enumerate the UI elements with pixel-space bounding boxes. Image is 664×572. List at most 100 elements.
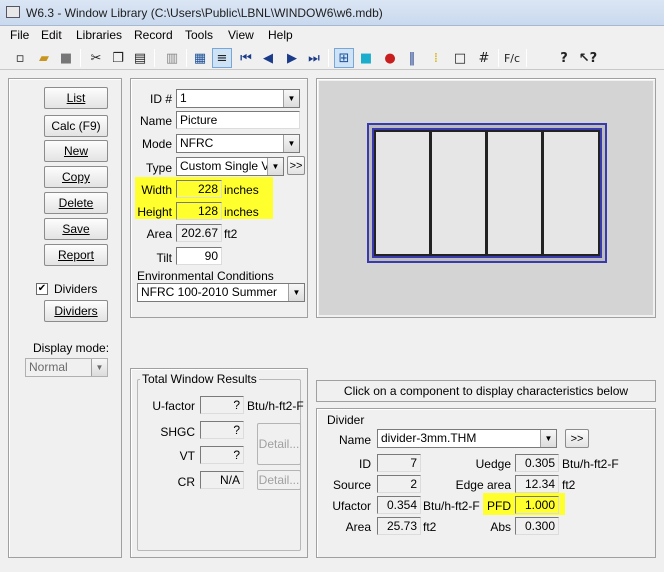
divider-area-value: 25.73 <box>377 517 421 535</box>
window-frame[interactable] <box>367 123 607 263</box>
mode-label: Mode <box>141 137 172 151</box>
chevron-down-icon: ▼ <box>267 158 283 175</box>
edge-area-value: 12.34 <box>515 475 559 493</box>
type-select[interactable]: Custom Single Visi ▼ <box>176 157 284 176</box>
width-unit: inches <box>224 183 259 197</box>
divider-title: Divider <box>325 413 367 427</box>
divider-bar[interactable] <box>541 130 544 256</box>
highlight-icon[interactable]: ⁞ <box>426 48 446 68</box>
whats-this-icon[interactable]: ↖? <box>578 48 598 68</box>
area-value: 202.67 <box>176 224 222 242</box>
uedge-label: Uedge <box>475 457 511 471</box>
menu-tools[interactable]: Tools <box>185 28 213 42</box>
menu-edit[interactable]: Edit <box>41 28 62 42</box>
print-icon[interactable]: ▥ <box>162 48 182 68</box>
divider-more-button[interactable]: >> <box>565 429 589 448</box>
menu-file[interactable]: File <box>10 28 29 42</box>
first-record-icon[interactable]: ⏮ <box>236 48 256 68</box>
previous-record-icon[interactable]: ◀ <box>258 48 278 68</box>
chevron-down-icon: ▼ <box>283 90 299 107</box>
chevron-down-icon: ▼ <box>283 135 299 152</box>
divider-bar[interactable] <box>485 130 488 256</box>
shgc-label: SHGC <box>160 425 195 439</box>
menu-help[interactable]: Help <box>268 28 293 42</box>
uedge-value: 0.305 <box>515 454 559 472</box>
pfd-field[interactable]: 1.000 <box>515 496 559 514</box>
glazing-area[interactable] <box>372 128 602 258</box>
display-mode-select[interactable]: Normal ▼ <box>25 358 108 377</box>
report-button[interactable]: Report <box>44 244 108 266</box>
pause-icon[interactable]: ‖ <box>402 48 422 68</box>
tilt-field[interactable]: 90 <box>176 247 222 265</box>
height-field[interactable]: 128 <box>176 202 222 220</box>
type-label: Type <box>145 161 172 175</box>
list-view-icon[interactable]: ▦ <box>190 48 210 68</box>
component-hint: Click on a component to display characte… <box>316 380 656 402</box>
preview-panel <box>316 78 656 318</box>
abs-value: 0.300 <box>515 517 559 535</box>
window-preview[interactable] <box>319 81 653 315</box>
list-button[interactable]: List <box>44 87 108 109</box>
grid-icon[interactable]: ⊞ <box>334 48 354 68</box>
cr-value: N/A <box>200 471 244 489</box>
area-label: Area <box>146 227 172 241</box>
dividers-button[interactable]: Dividers <box>44 300 108 322</box>
width-field[interactable]: 228 <box>176 180 222 198</box>
help-icon[interactable]: ? <box>554 48 574 68</box>
frame-icon[interactable]: □ <box>450 48 470 68</box>
detail-button-2[interactable]: Detail... <box>257 470 301 490</box>
new-file-icon[interactable]: ▫ <box>10 48 30 68</box>
menu-libraries[interactable]: Libraries <box>76 28 122 42</box>
abs-label: Abs <box>490 520 511 534</box>
env-label: Environmental Conditions <box>137 269 274 283</box>
divider-ufactor-label: Ufactor <box>332 499 371 513</box>
results-title: Total Window Results <box>140 372 259 386</box>
mode-select[interactable]: NFRC ▼ <box>176 134 300 153</box>
new-button[interactable]: New <box>44 140 108 162</box>
type-more-button[interactable]: >> <box>287 156 305 175</box>
save-disk-icon[interactable]: ■ <box>56 48 76 68</box>
name-label: Name <box>139 114 172 128</box>
divider-id-value: 7 <box>377 454 421 472</box>
divider-bar[interactable] <box>429 130 432 256</box>
divider-ufactor-value: 0.354 <box>377 496 421 514</box>
open-folder-icon[interactable]: ▰ <box>34 48 54 68</box>
last-record-icon[interactable]: ⏭ <box>304 48 324 68</box>
calc-button[interactable]: Calc (F9) <box>44 115 108 137</box>
locate-icon[interactable]: ● <box>380 48 400 68</box>
copy-icon[interactable]: ❐ <box>108 48 128 68</box>
divider-name-select[interactable]: divider-3mm.THM ▼ <box>377 429 557 448</box>
copy-button[interactable]: Copy <box>44 166 108 188</box>
cut-icon[interactable]: ✂ <box>86 48 106 68</box>
calculate-icon[interactable]: F/c <box>502 48 522 68</box>
env-select[interactable]: NFRC 100-2010 Summer ▼ <box>137 283 305 302</box>
vt-value: ? <box>200 446 244 464</box>
delete-button[interactable]: Delete <box>44 192 108 214</box>
height-unit: inches <box>224 205 259 219</box>
divider-panel: Divider Name divider-3mm.THM ▼ >> ID 7 S… <box>316 408 656 558</box>
hash-icon[interactable]: # <box>474 48 494 68</box>
tilt-label: Tilt <box>156 251 172 265</box>
menu-bar: File Edit Libraries Record Tools View He… <box>0 26 664 46</box>
dividers-checkbox[interactable]: ✔ <box>36 283 48 295</box>
next-record-icon[interactable]: ▶ <box>282 48 302 68</box>
properties-panel: ID # 1 ▼ Name Picture Mode NFRC ▼ Type C… <box>130 78 308 318</box>
ufactor-label: U-factor <box>152 399 195 413</box>
divider-id-label: ID <box>359 457 371 471</box>
left-panel: List Calc (F9) New Copy Delete Save Repo… <box>8 78 122 558</box>
detail-button-1[interactable]: Detail... <box>257 423 301 465</box>
cr-label: CR <box>177 475 195 489</box>
app-icon <box>6 6 20 18</box>
results-panel: Total Window Results U-factor ? Btu/h-ft… <box>130 368 308 558</box>
width-label: Width <box>141 183 172 197</box>
menu-view[interactable]: View <box>228 28 254 42</box>
menu-record[interactable]: Record <box>134 28 173 42</box>
edge-area-label: Edge area <box>455 478 511 492</box>
save-button[interactable]: Save <box>44 218 108 240</box>
id-select[interactable]: 1 ▼ <box>176 89 300 108</box>
detail-view-icon[interactable]: ≡ <box>212 48 232 68</box>
paste-icon[interactable]: ▤ <box>130 48 150 68</box>
fill-icon[interactable]: ■ <box>356 48 376 68</box>
name-field[interactable]: Picture <box>176 111 300 129</box>
title-bar: W6.3 - Window Library (C:\Users\Public\L… <box>0 0 664 26</box>
